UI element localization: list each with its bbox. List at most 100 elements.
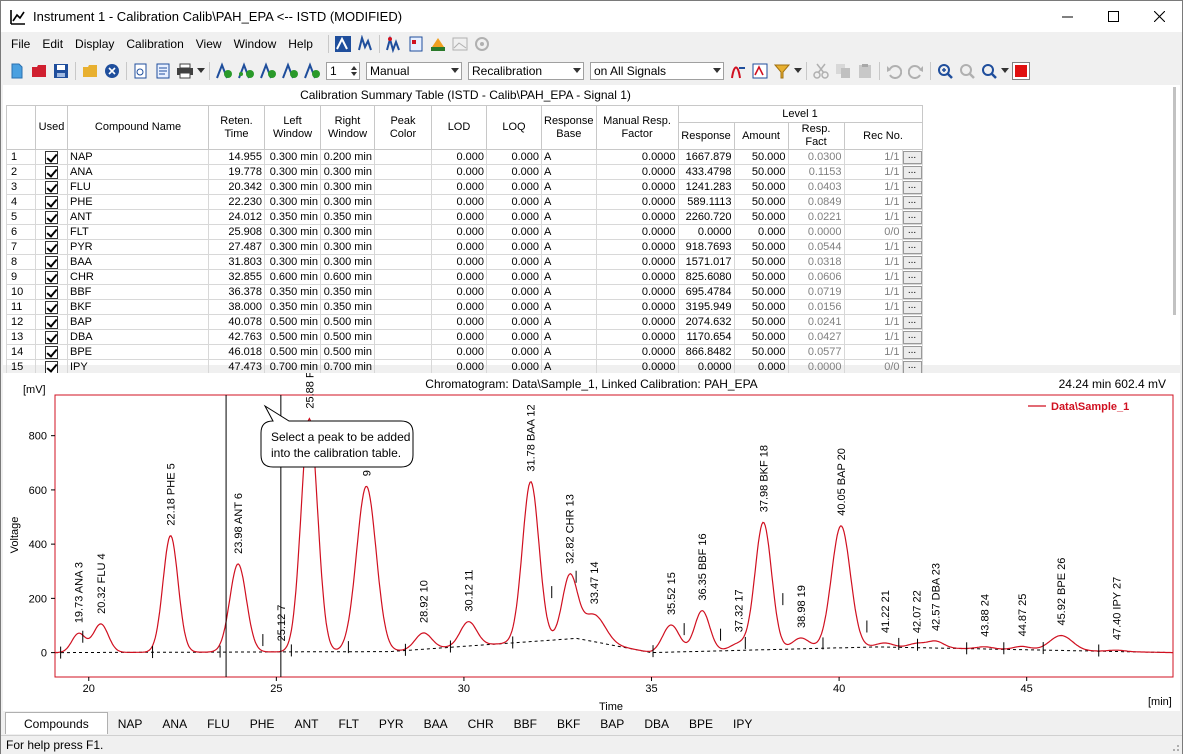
- rec-no[interactable]: 1/1: [843, 194, 903, 210]
- row-number[interactable]: 10: [6, 284, 36, 300]
- table-row[interactable]: 9 CHR 32.855 0.600 min 0.600 min 0.000 0.000 A 0…: [6, 269, 923, 285]
- resp-fact[interactable]: 0.0606: [787, 269, 845, 285]
- response-base[interactable]: A: [541, 269, 597, 285]
- header-used[interactable]: Used: [35, 105, 68, 150]
- zoom-out-button[interactable]: [956, 60, 978, 82]
- rec-no[interactable]: 0/0: [843, 224, 903, 240]
- row-number[interactable]: 7: [6, 239, 36, 255]
- zoom-dropdown[interactable]: [1000, 60, 1010, 82]
- lod[interactable]: 0.000: [431, 149, 487, 165]
- loq[interactable]: 0.000: [486, 239, 542, 255]
- used-checkbox[interactable]: [35, 284, 68, 300]
- rec-details-button[interactable]: ...: [901, 269, 923, 285]
- table-row[interactable]: 14 BPE 46.018 0.500 min 0.500 min 0.000 0.000 A…: [6, 344, 923, 360]
- undo-button[interactable]: [883, 60, 905, 82]
- right-window[interactable]: 0.300 min: [320, 239, 375, 255]
- right-window[interactable]: 0.350 min: [320, 209, 375, 225]
- amount[interactable]: 50.000: [733, 314, 789, 330]
- response[interactable]: 1170.654: [677, 329, 735, 345]
- close-file-button[interactable]: [101, 60, 123, 82]
- resp-fact[interactable]: 0.0241: [787, 314, 845, 330]
- retention-time[interactable]: 31.803: [208, 254, 265, 270]
- checkbox-checked-icon[interactable]: [45, 315, 58, 329]
- peak-color[interactable]: [374, 149, 432, 165]
- resp-fact[interactable]: 0.1153: [787, 164, 845, 180]
- checkbox-checked-icon[interactable]: [45, 330, 58, 344]
- compound-name[interactable]: BKF: [67, 299, 209, 315]
- retention-time[interactable]: 14.955: [208, 149, 265, 165]
- amount[interactable]: 50.000: [733, 269, 789, 285]
- rec-details-button[interactable]: ...: [901, 164, 923, 180]
- manual-resp-factor[interactable]: 0.0000: [595, 209, 679, 225]
- checkbox-checked-icon[interactable]: [45, 360, 58, 374]
- add-all-peaks-button[interactable]: [235, 60, 257, 82]
- header-compound-name[interactable]: Compound Name: [67, 105, 209, 150]
- left-window[interactable]: 0.500 min: [264, 314, 321, 330]
- checkbox-checked-icon[interactable]: [45, 285, 58, 299]
- loq[interactable]: 0.000: [486, 149, 542, 165]
- ellipsis-icon[interactable]: ...: [903, 346, 922, 359]
- manual-resp-factor[interactable]: 0.0000: [595, 239, 679, 255]
- left-window[interactable]: 0.300 min: [264, 164, 321, 180]
- left-window[interactable]: 0.350 min: [264, 209, 321, 225]
- rec-details-button[interactable]: ...: [901, 314, 923, 330]
- manual-resp-factor[interactable]: 0.0000: [595, 284, 679, 300]
- header-retention-time[interactable]: Reten. Time: [208, 105, 265, 150]
- menu-window[interactable]: Window: [228, 34, 283, 54]
- cut-button[interactable]: [810, 60, 832, 82]
- table-row[interactable]: 11 BKF 38.000 0.350 min 0.350 min 0.000 0.000 A…: [6, 299, 923, 315]
- amount[interactable]: 50.000: [733, 254, 789, 270]
- method-button[interactable]: [332, 33, 354, 55]
- rec-details-button[interactable]: ...: [901, 224, 923, 240]
- loq[interactable]: 0.000: [486, 164, 542, 180]
- row-number[interactable]: 2: [6, 164, 36, 180]
- compound-name[interactable]: BBF: [67, 284, 209, 300]
- compound-name[interactable]: CHR: [67, 269, 209, 285]
- amount[interactable]: 50.000: [733, 239, 789, 255]
- retention-time[interactable]: 36.378: [208, 284, 265, 300]
- compound-name[interactable]: BPE: [67, 344, 209, 360]
- checkbox-checked-icon[interactable]: [45, 270, 58, 284]
- save-button[interactable]: [50, 60, 72, 82]
- lod[interactable]: 0.000: [431, 284, 487, 300]
- row-number[interactable]: 14: [6, 344, 36, 360]
- response[interactable]: 695.4784: [677, 284, 735, 300]
- ellipsis-icon[interactable]: ...: [903, 166, 922, 179]
- chromatogram-chart[interactable]: 0 200 400 600 800 20 25 30 35 40 45 [mV] Voltage Time…: [3, 373, 1180, 711]
- retention-time[interactable]: 22.230: [208, 194, 265, 210]
- tab-compounds[interactable]: Compounds: [5, 712, 108, 734]
- right-window[interactable]: 0.300 min: [320, 194, 375, 210]
- retention-time[interactable]: 46.018: [208, 344, 265, 360]
- response-base[interactable]: A: [541, 164, 597, 180]
- ellipsis-icon[interactable]: ...: [903, 361, 922, 374]
- resp-fact[interactable]: 0.0300: [787, 149, 845, 165]
- used-checkbox[interactable]: [35, 149, 68, 165]
- tab-bbf[interactable]: BBF: [504, 714, 547, 734]
- response-base[interactable]: A: [541, 149, 597, 165]
- amount[interactable]: 50.000: [733, 209, 789, 225]
- amount[interactable]: 50.000: [733, 149, 789, 165]
- menu-edit[interactable]: Edit: [36, 34, 69, 54]
- retention-time[interactable]: 42.763: [208, 329, 265, 345]
- lod[interactable]: 0.000: [431, 329, 487, 345]
- peak-color[interactable]: [374, 224, 432, 240]
- response-base[interactable]: A: [541, 329, 597, 345]
- loq[interactable]: 0.000: [486, 299, 542, 315]
- lod[interactable]: 0.000: [431, 224, 487, 240]
- header-resp-fact[interactable]: Resp. Fact: [787, 122, 845, 150]
- left-window[interactable]: 0.300 min: [264, 179, 321, 195]
- left-window[interactable]: 0.300 min: [264, 194, 321, 210]
- ellipsis-icon[interactable]: ...: [903, 301, 922, 314]
- compound-name[interactable]: PYR: [67, 239, 209, 255]
- right-window[interactable]: 0.500 min: [320, 329, 375, 345]
- row-number[interactable]: 12: [6, 314, 36, 330]
- loq[interactable]: 0.000: [486, 209, 542, 225]
- peak-color[interactable]: [374, 239, 432, 255]
- response[interactable]: 2260.720: [677, 209, 735, 225]
- amount[interactable]: 50.000: [733, 164, 789, 180]
- lod[interactable]: 0.000: [431, 194, 487, 210]
- row-number[interactable]: 11: [6, 299, 36, 315]
- loq[interactable]: 0.000: [486, 329, 542, 345]
- right-window[interactable]: 0.500 min: [320, 344, 375, 360]
- lod[interactable]: 0.000: [431, 344, 487, 360]
